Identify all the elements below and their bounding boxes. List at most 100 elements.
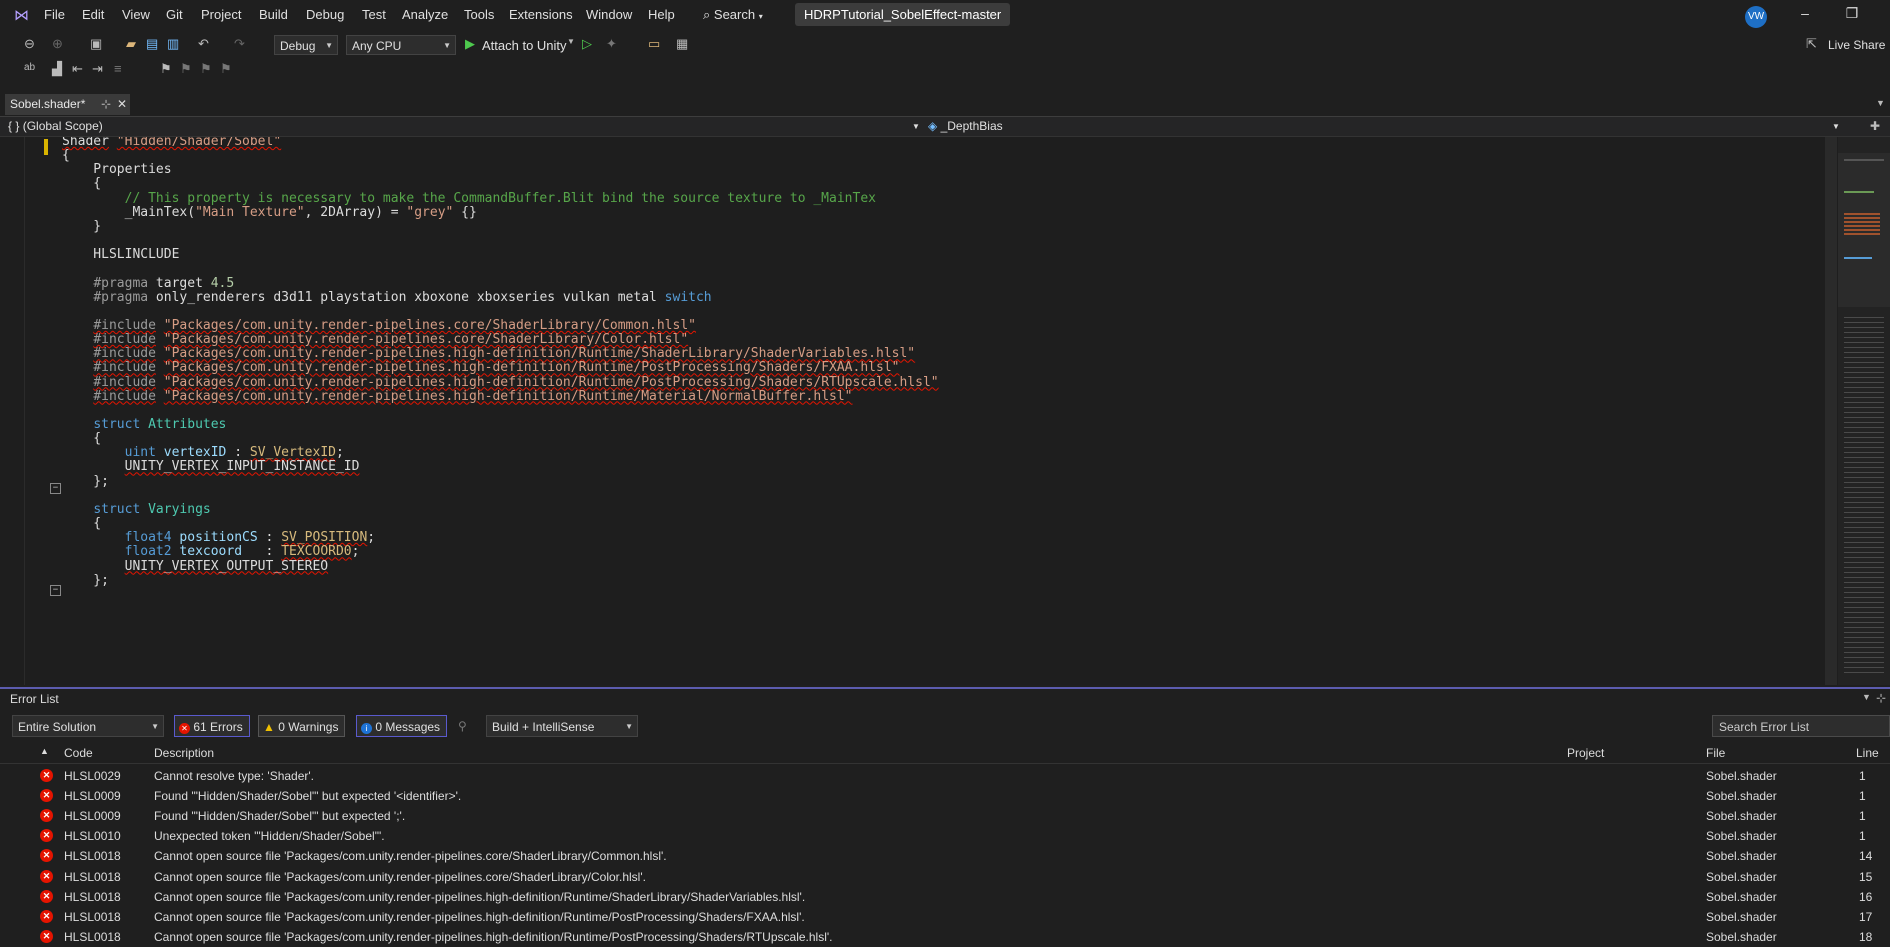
scope-dropdown[interactable]: { } (Global Scope) ▼ xyxy=(8,117,920,136)
document-tabs: Sobel.shader* ⊹ ✕ ▼ xyxy=(0,94,1890,118)
pin-icon[interactable]: ⊹ xyxy=(101,94,111,115)
back-icon[interactable]: ⊖ xyxy=(24,36,35,52)
sort-icon[interactable]: ▲ xyxy=(40,746,49,756)
live-share-button[interactable]: Live Share xyxy=(1828,38,1885,52)
error-code: HLSL0009 xyxy=(64,789,121,804)
error-file: Sobel.shader xyxy=(1706,929,1777,944)
error-list-header: ▲ Code Description Project File Line xyxy=(0,743,1890,764)
comment-icon[interactable]: ≡ xyxy=(114,61,122,76)
menu-tools[interactable]: Tools xyxy=(464,7,494,22)
start-without-debug-icon[interactable]: ▷ xyxy=(582,36,592,52)
table-row[interactable]: ✕ HLSL0009 Found '"Hidden/Shader/Sobel"' b… xyxy=(0,806,1890,826)
warnings-count: 0 Warnings xyxy=(278,720,339,734)
col-line[interactable]: Line xyxy=(1856,746,1879,760)
table-row[interactable]: ✕ HLSL0018 Cannot open source file 'Packag… xyxy=(0,907,1890,927)
menu-help[interactable]: Help xyxy=(648,7,675,22)
restore-icon[interactable]: ❐ xyxy=(1842,5,1862,25)
menu-analyze[interactable]: Analyze xyxy=(402,7,448,22)
collapse-attributes-icon[interactable]: − xyxy=(50,483,61,494)
col-code[interactable]: Code xyxy=(64,746,93,760)
col-description[interactable]: Description xyxy=(154,746,214,760)
table-row[interactable]: ✕ HLSL0018 Cannot open source file 'Packag… xyxy=(0,867,1890,887)
vertical-scrollbar[interactable] xyxy=(1825,137,1837,685)
error-code: HLSL0018 xyxy=(64,909,121,924)
new-project-icon[interactable]: ▣ xyxy=(90,36,102,52)
layout-icon[interactable]: ▦ xyxy=(676,36,688,52)
vs-logo-icon[interactable]: ⋈ xyxy=(14,6,29,24)
error-icon: ✕ xyxy=(179,723,190,734)
search-menu[interactable]: ⌕ Search ▾ xyxy=(703,7,763,23)
error-search-input[interactable]: Search Error List xyxy=(1712,715,1890,737)
errors-filter-button[interactable]: ✕ 61 Errors xyxy=(174,715,250,737)
configuration-select[interactable]: Debug ▼ xyxy=(274,35,338,55)
live-share-icon[interactable]: ⇱ xyxy=(1806,36,1817,52)
col-project[interactable]: Project xyxy=(1567,746,1604,760)
platform-select[interactable]: Any CPU ▼ xyxy=(346,35,456,55)
menu-view[interactable]: View xyxy=(122,7,150,22)
error-file: Sobel.shader xyxy=(1706,809,1777,824)
param-info-icon[interactable]: ▟ xyxy=(52,61,62,77)
forward-icon[interactable]: ⊕ xyxy=(52,36,63,52)
error-code: HLSL0018 xyxy=(64,849,121,864)
error-description: Cannot resolve type: 'Shader'. xyxy=(154,769,315,783)
menu-edit[interactable]: Edit xyxy=(82,7,104,22)
table-row[interactable]: ✕ HLSL0018 Cannot open source file 'Packag… xyxy=(0,846,1890,866)
error-line: 18 xyxy=(1859,929,1873,944)
menu-test[interactable]: Test xyxy=(362,7,386,22)
menu-debug[interactable]: Debug xyxy=(306,7,344,22)
open-icon[interactable]: ▰ xyxy=(126,36,136,52)
error-file: Sobel.shader xyxy=(1706,909,1777,924)
prev-bookmark-icon[interactable]: ⚑ xyxy=(180,61,192,77)
collapse-varyings-icon[interactable]: − xyxy=(50,585,61,596)
panel-pin-icon[interactable]: ⊹ xyxy=(1876,691,1886,705)
menu-build[interactable]: Build xyxy=(259,7,288,22)
next-bookmark-icon[interactable]: ⚑ xyxy=(200,61,212,77)
error-code: HLSL0018 xyxy=(64,869,121,884)
table-row[interactable]: ✕ HLSL0029 Cannot resolve type: 'Shader'. S… xyxy=(0,766,1890,786)
error-description: Cannot open source file 'Packages/com.un… xyxy=(154,929,833,944)
warnings-filter-button[interactable]: ▲ 0 Warnings xyxy=(258,715,346,737)
outdent-icon[interactable]: ⇤ xyxy=(72,61,83,77)
tab-sobel-shader[interactable]: Sobel.shader* ⊹ ✕ xyxy=(5,94,130,115)
attach-to-unity-button[interactable]: Attach to Unity xyxy=(482,38,567,53)
panel-options-icon[interactable]: ▼ xyxy=(1862,692,1871,702)
code-editor[interactable]: − − Shader "Hidden/Shader/Sobel"{ Proper… xyxy=(0,137,1840,685)
close-icon[interactable]: ✕ xyxy=(117,94,127,115)
indent-icon[interactable]: ⇥ xyxy=(92,61,103,77)
attach-dropdown-icon[interactable]: ▼ xyxy=(567,37,575,46)
navigation-bar: { } (Global Scope) ▼ ◈ _DepthBias ▼ ✚ xyxy=(0,117,1890,137)
undo-icon[interactable]: ↶ xyxy=(198,36,209,52)
redo-icon[interactable]: ↷ xyxy=(234,36,245,52)
minimize-icon[interactable]: – xyxy=(1795,5,1815,25)
tab-overflow-icon[interactable]: ▼ xyxy=(1876,98,1885,108)
messages-filter-button[interactable]: i 0 Messages xyxy=(356,715,448,737)
minimap[interactable] xyxy=(1838,137,1890,685)
save-icon[interactable]: ▤ xyxy=(146,36,158,52)
play-icon[interactable]: ▶ xyxy=(465,36,475,52)
table-row[interactable]: ✕ HLSL0018 Cannot open source file 'Packag… xyxy=(0,887,1890,907)
col-file[interactable]: File xyxy=(1706,746,1725,760)
menu-window[interactable]: Window xyxy=(586,7,632,22)
menu-file[interactable]: File xyxy=(44,7,65,22)
table-row[interactable]: ✕ HLSL0010 Unexpected token '"Hidden/Shade… xyxy=(0,826,1890,846)
split-icon[interactable]: ✚ xyxy=(1870,119,1880,133)
code-line: Shader "Hidden/Shader/Sobel" xyxy=(62,137,282,149)
member-dropdown[interactable]: ◈ _DepthBias ▼ xyxy=(928,117,1840,136)
bookmark-icon[interactable]: ⚑ xyxy=(160,61,172,77)
scope-select[interactable]: Entire Solution ▼ xyxy=(12,715,164,737)
menu-project[interactable]: Project xyxy=(201,7,241,22)
table-row[interactable]: ✕ HLSL0018 Cannot open source file 'Packag… xyxy=(0,927,1890,947)
menu-git[interactable]: Git xyxy=(166,7,183,22)
error-list-panel: Error List ▼ ⊹ Entire Solution ▼ ✕ 61 Err… xyxy=(0,687,1890,944)
error-icon: ✕ xyxy=(40,889,53,903)
save-all-icon[interactable]: ▥ xyxy=(167,36,179,52)
build-filter-select[interactable]: Build + IntelliSense ▼ xyxy=(486,715,638,737)
clear-bookmarks-icon[interactable]: ⚑ xyxy=(220,61,232,77)
hot-reload-icon[interactable]: ✦ xyxy=(606,36,617,52)
filter-icon[interactable]: ⚲ xyxy=(458,719,467,733)
menu-extensions[interactable]: Extensions xyxy=(509,7,573,22)
table-row[interactable]: ✕ HLSL0009 Found '"Hidden/Shader/Sobel"' b… xyxy=(0,786,1890,806)
quick-info-icon[interactable]: ab xyxy=(24,62,35,73)
avatar[interactable]: VW xyxy=(1745,6,1767,28)
folder-icon[interactable]: ▭ xyxy=(648,36,660,52)
